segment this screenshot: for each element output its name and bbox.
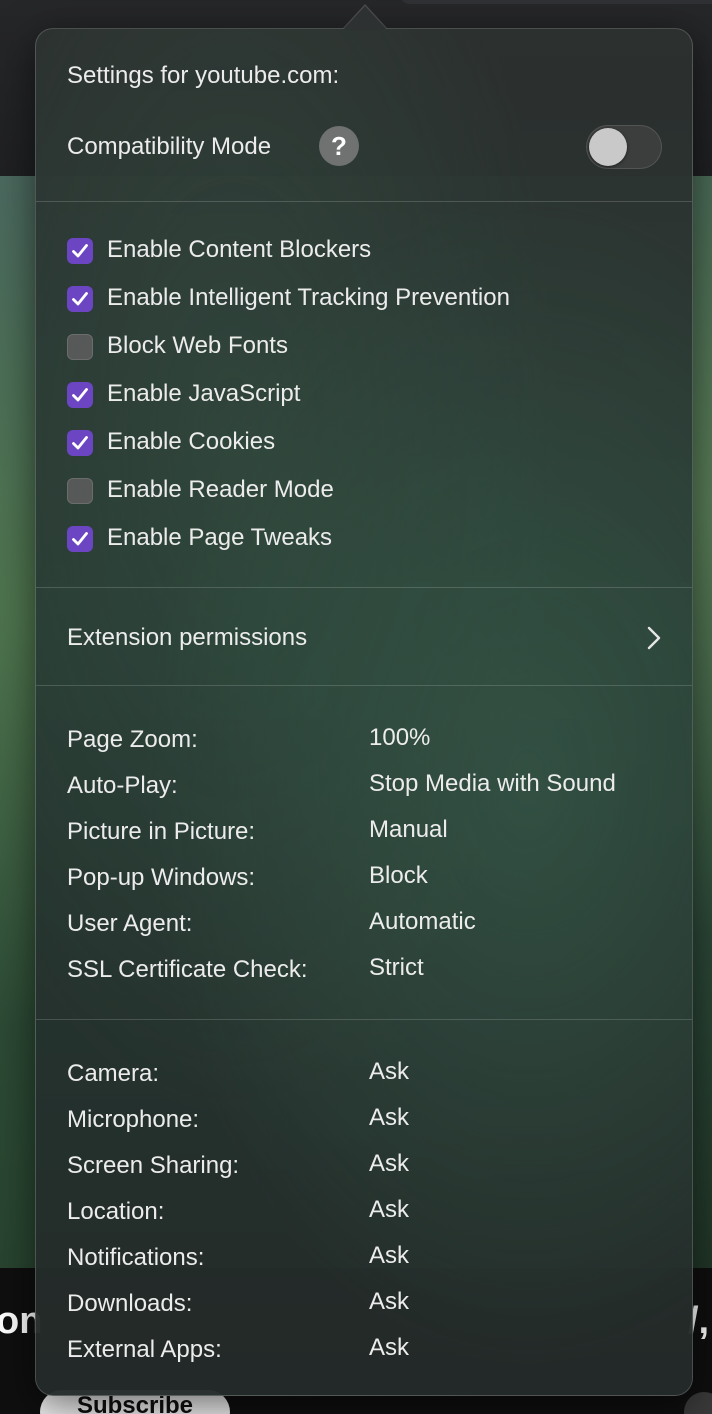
checkmark-icon bbox=[72, 244, 88, 258]
permission-row: Downloads: Ask bbox=[67, 1287, 667, 1335]
checkbox-row[interactable]: Enable Intelligent Tracking Prevention bbox=[67, 279, 663, 327]
checkbox-label: Enable Cookies bbox=[107, 428, 276, 455]
setting-value-popup[interactable]: Ask bbox=[369, 1241, 409, 1271]
permission-row: Screen Sharing: Ask bbox=[67, 1149, 667, 1197]
checkbox-label: Block Web Fonts bbox=[107, 332, 288, 359]
setting-value-popup[interactable]: Ask bbox=[369, 1149, 409, 1179]
compatibility-mode-label: Compatibility Mode bbox=[67, 133, 272, 160]
setting-label: Notifications: bbox=[67, 1244, 205, 1271]
checkbox-label: Enable JavaScript bbox=[107, 380, 301, 407]
permission-row: Microphone: Ask bbox=[67, 1103, 667, 1151]
checkbox-checked[interactable] bbox=[67, 526, 93, 552]
setting-value-popup[interactable]: Ask bbox=[369, 1287, 409, 1317]
checkmark-icon bbox=[72, 436, 88, 450]
setting-label: SSL Certificate Check: bbox=[67, 956, 308, 983]
checkbox-checked[interactable] bbox=[67, 286, 93, 312]
extension-permissions-label: Extension permissions bbox=[67, 624, 308, 651]
checkbox-row[interactable]: Block Web Fonts bbox=[67, 327, 663, 375]
setting-label: Camera: bbox=[67, 1060, 160, 1087]
page-settings-list: Page Zoom: 100% Auto-Play: Stop Media with … bbox=[67, 723, 667, 1001]
permission-row: Notifications: Ask bbox=[67, 1241, 667, 1289]
setting-value-popup[interactable]: Ask bbox=[369, 1195, 409, 1225]
setting-label: Auto-Play: bbox=[67, 772, 178, 799]
setting-label: Pop-up Windows: bbox=[67, 864, 256, 891]
page-setting-row: Auto-Play: Stop Media with Sound bbox=[67, 769, 667, 817]
chevron-right-icon bbox=[645, 623, 663, 658]
compatibility-mode-row: Compatibility Mode ? bbox=[67, 125, 663, 169]
permission-row: Location: Ask bbox=[67, 1195, 667, 1243]
page-setting-row: Picture in Picture: Manual bbox=[67, 815, 667, 863]
checkbox-row[interactable]: Enable JavaScript bbox=[67, 375, 663, 423]
setting-label: User Agent: bbox=[67, 910, 193, 937]
permissions-list: Camera: Ask Microphone: Ask Screen Sharing: A… bbox=[67, 1057, 667, 1381]
checkmark-icon bbox=[72, 532, 88, 546]
toggle-knob bbox=[589, 128, 627, 166]
setting-value-popup[interactable]: Manual bbox=[369, 815, 448, 845]
divider bbox=[36, 685, 692, 686]
divider bbox=[36, 201, 692, 202]
checkmark-icon bbox=[72, 388, 88, 402]
checkbox-row[interactable]: Enable Page Tweaks bbox=[67, 519, 663, 567]
setting-value-popup[interactable]: 100% bbox=[369, 723, 430, 753]
setting-label: Downloads: bbox=[67, 1290, 193, 1317]
checkbox-row[interactable]: Enable Cookies bbox=[67, 423, 663, 471]
divider bbox=[36, 587, 692, 588]
page-setting-row: User Agent: Automatic bbox=[67, 907, 667, 955]
setting-label: External Apps: bbox=[67, 1336, 222, 1363]
compatibility-mode-toggle[interactable] bbox=[586, 125, 662, 169]
setting-label: Picture in Picture: bbox=[67, 818, 256, 845]
checkbox-row[interactable]: Enable Content Blockers bbox=[67, 231, 663, 279]
setting-label: Page Zoom: bbox=[67, 726, 198, 753]
background-address-bar bbox=[400, 0, 712, 4]
checkbox-checked[interactable] bbox=[67, 430, 93, 456]
setting-label: Screen Sharing: bbox=[67, 1152, 240, 1179]
popover-arrow bbox=[343, 6, 387, 30]
checkbox-label: Enable Reader Mode bbox=[107, 476, 334, 503]
setting-value-popup[interactable]: Block bbox=[369, 861, 428, 891]
permission-row: External Apps: Ask bbox=[67, 1333, 667, 1381]
checkbox-checked[interactable] bbox=[67, 382, 93, 408]
setting-value-popup[interactable]: Strict bbox=[369, 953, 424, 983]
checkbox-label: Enable Content Blockers bbox=[107, 236, 372, 263]
checkbox-row[interactable]: Enable Reader Mode bbox=[67, 471, 663, 519]
checkmark-icon bbox=[72, 292, 88, 306]
page-setting-row: Page Zoom: 100% bbox=[67, 723, 667, 771]
setting-value-popup[interactable]: Automatic bbox=[369, 907, 476, 937]
setting-value-popup[interactable]: Ask bbox=[369, 1103, 409, 1133]
setting-value-popup[interactable]: Ask bbox=[369, 1333, 409, 1363]
extension-permissions-row[interactable]: Extension permissions bbox=[67, 621, 663, 655]
page-setting-row: SSL Certificate Check: Strict bbox=[67, 953, 667, 1001]
checkbox-label: Enable Page Tweaks bbox=[107, 524, 333, 551]
permission-row: Camera: Ask bbox=[67, 1057, 667, 1105]
setting-value-popup[interactable]: Stop Media with Sound bbox=[369, 769, 616, 799]
setting-label: Location: bbox=[67, 1198, 165, 1225]
content-settings-checklist: Enable Content Blockers Enable Intelligen… bbox=[67, 231, 663, 567]
page-setting-row: Pop-up Windows: Block bbox=[67, 861, 667, 909]
setting-value-popup[interactable]: Ask bbox=[369, 1057, 409, 1087]
website-settings-popover: Settings for youtube.com: Compatibility … bbox=[35, 28, 693, 1396]
divider bbox=[36, 1019, 692, 1020]
help-icon[interactable]: ? bbox=[319, 126, 359, 166]
settings-title: Settings for youtube.com: bbox=[67, 62, 340, 89]
checkbox-unchecked[interactable] bbox=[67, 478, 93, 504]
checkbox-unchecked[interactable] bbox=[67, 334, 93, 360]
setting-label: Microphone: bbox=[67, 1106, 200, 1133]
checkbox-checked[interactable] bbox=[67, 238, 93, 264]
checkbox-label: Enable Intelligent Tracking Prevention bbox=[107, 284, 510, 311]
